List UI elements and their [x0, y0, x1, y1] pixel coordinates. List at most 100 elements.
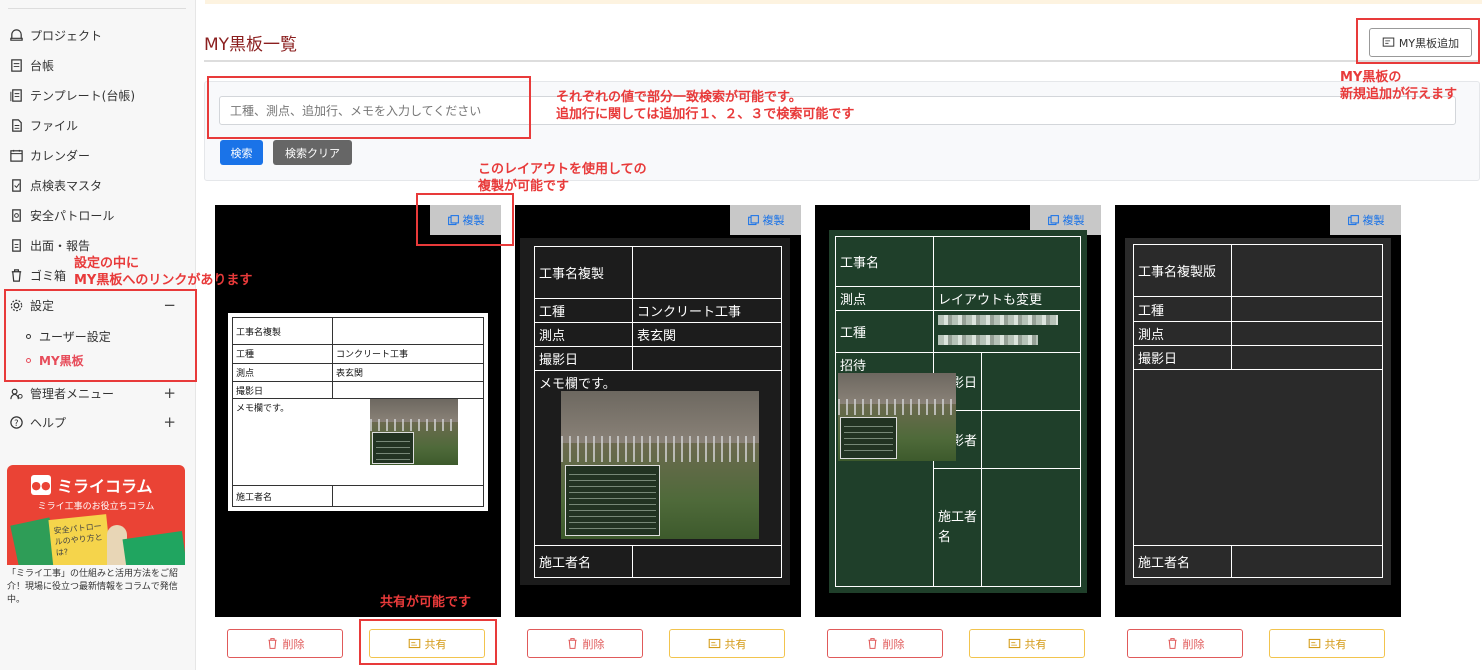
- annotation-search-note-1: それぞれの値で部分一致検索が可能です。: [556, 90, 802, 105]
- copy-button[interactable]: 複製: [730, 205, 801, 235]
- sidebar-item-report[interactable]: 出面・報告: [8, 234, 90, 256]
- copy-icon: [747, 214, 759, 225]
- field-value: [981, 468, 1081, 587]
- sidebar-item-label: 出面・報告: [30, 238, 91, 253]
- share-icon: [708, 638, 720, 649]
- sidebar-item-label: 安全パトロール: [30, 208, 115, 223]
- copy-label: 複製: [1362, 214, 1385, 227]
- share-label: 共有: [1324, 637, 1347, 651]
- search-button[interactable]: 検索: [220, 140, 263, 165]
- invite-cell: 招待: [835, 352, 956, 587]
- annotation-box-settings: [4, 289, 197, 382]
- banner-subtitle: ミライ工事のお役立ちコラム: [37, 502, 155, 512]
- memo-cell: [1133, 369, 1383, 546]
- field-value: [981, 410, 1081, 469]
- sidebar-item-checklist-master[interactable]: 点検表マスタ: [8, 174, 102, 196]
- blackboard-table: 工事名複製 工種 コンクリート工事 測点 表玄関 撮影日 メモ欄です。 施工者名: [232, 317, 484, 507]
- annotation-box-copy: [416, 193, 514, 246]
- report-icon: [8, 237, 24, 253]
- checklist-icon: [8, 177, 24, 193]
- blackboard-table: 工事名複製 工種 コンクリート工事 測点 表玄関 撮影日 メモ欄です。 施工者名: [534, 245, 782, 579]
- field-label: 測点: [534, 322, 633, 348]
- delete-label: 削除: [282, 637, 305, 651]
- blackboard-preview: 工事名複製版 工種 測点 撮影日 施工者名: [1125, 238, 1391, 585]
- trash-icon: [267, 638, 277, 649]
- sidebar-item-admin-menu[interactable]: 管理者メニュー +: [8, 382, 184, 404]
- expand-icon[interactable]: +: [163, 413, 176, 431]
- field-value: 表玄関: [332, 362, 484, 383]
- delete-button[interactable]: 削除: [227, 629, 343, 658]
- svg-text:?: ?: [14, 417, 18, 427]
- sidebar-item-label: 台帳: [30, 58, 55, 73]
- sidebar-item-label: 管理者メニュー: [30, 386, 115, 401]
- blackboard-card: 複製 工事名 測点 レイアウトも変更 工種 招待 撮影日 撮影者 施工者名: [815, 205, 1101, 617]
- sidebar-item-help[interactable]: ? ヘルプ +: [8, 411, 184, 433]
- memo-cell: メモ欄です。: [534, 370, 782, 546]
- blackboard-card: 複製 工事名複製 工種 コンクリート工事 測点 表玄関 撮影日 メモ欄です。 施工者…: [515, 205, 801, 617]
- field-value: コンクリート工事: [332, 344, 484, 364]
- field-label: 撮影日: [534, 346, 633, 372]
- share-button[interactable]: 共有: [669, 629, 785, 658]
- annotation-search-note-2: 追加行に関しては追加行１、２、３で検索可能です: [556, 107, 855, 122]
- sidebar-item-label: ヘルプ: [30, 415, 67, 430]
- site-photo: [370, 398, 458, 465]
- field-value: [632, 544, 782, 579]
- blackboard-table: 工事名複製版 工種 測点 撮影日 施工者名: [1133, 243, 1383, 579]
- ledger-icon: [8, 57, 24, 73]
- sidebar-item-label: ファイル: [30, 118, 79, 133]
- template-icon: [8, 87, 24, 103]
- field-label: 工種: [232, 344, 333, 364]
- field-label: 招待: [840, 359, 867, 374]
- sidebar-item-label: テンプレート(台帳): [30, 88, 136, 103]
- delete-label: 削除: [1182, 637, 1205, 651]
- blackboard-preview: 工事名 測点 レイアウトも変更 工種 招待 撮影日 撮影者 施工者名: [829, 230, 1087, 593]
- annotation-add-note-1: MY黒板の: [1340, 70, 1402, 85]
- sidebar-item-calendar[interactable]: カレンダー: [8, 144, 90, 166]
- field-value: [1231, 243, 1383, 298]
- field-value: レイアウトも変更: [933, 286, 1081, 311]
- expand-icon[interactable]: +: [163, 384, 176, 402]
- field-value: [1231, 320, 1383, 346]
- sidebar-item-label: プロジェクト: [30, 28, 103, 43]
- field-value: 表玄関: [632, 322, 782, 348]
- sidebar-item-file[interactable]: ファイル: [8, 114, 78, 136]
- banner-title: ミライコラム: [57, 477, 153, 496]
- clear-search-button[interactable]: 検索クリア: [273, 140, 352, 165]
- banner-card: 安全パトロールのやり方とは?: [48, 514, 112, 565]
- trash-icon: [867, 638, 877, 649]
- memo-label: メモ欄です。: [236, 403, 290, 414]
- field-label: 撮影日: [232, 381, 333, 399]
- delete-button[interactable]: 削除: [827, 629, 943, 658]
- memo-label: メモ欄です。: [539, 377, 616, 393]
- chat-icon: ●●: [31, 475, 51, 495]
- sidebar-item-project[interactable]: プロジェクト: [8, 24, 102, 46]
- blackboard-card: 複製 工事名複製 工種 コンクリート工事 測点 表玄関 撮影日 メモ欄です。 施工者…: [215, 205, 501, 617]
- copy-button[interactable]: 複製: [1330, 205, 1401, 235]
- delete-button[interactable]: 削除: [1127, 629, 1243, 658]
- redacted-text: [938, 335, 1038, 345]
- sidebar-item-trash[interactable]: ゴミ箱: [8, 264, 66, 286]
- copy-label: 複製: [1062, 214, 1085, 227]
- trash-icon: [8, 267, 24, 283]
- sidebar-item-template[interactable]: テンプレート(台帳): [8, 84, 135, 106]
- field-label: 施工者名: [1133, 544, 1232, 579]
- memo-cell: メモ欄です。: [232, 397, 484, 487]
- delete-button[interactable]: 削除: [527, 629, 643, 658]
- field-label: 施工者名: [232, 485, 333, 507]
- column-banner[interactable]: ●● ミライコラム ミライ工事のお役立ちコラム 安全パトロールのやり方とは?: [7, 465, 185, 565]
- title-divider: [204, 60, 1480, 62]
- field-label: 測点: [835, 286, 934, 311]
- share-label: 共有: [724, 637, 747, 651]
- blackboard-preview: 工事名複製 工種 コンクリート工事 測点 表玄関 撮影日 メモ欄です。 施工者名: [520, 238, 790, 585]
- trash-icon: [567, 638, 577, 649]
- field-label: 工事名: [835, 236, 934, 287]
- field-value-redacted: [933, 310, 1081, 353]
- share-button[interactable]: 共有: [1269, 629, 1385, 658]
- sidebar-item-safety-patrol[interactable]: 安全パトロール: [8, 204, 114, 226]
- sidebar-item-label: ゴミ箱: [30, 268, 67, 283]
- annotation-box-search: [207, 76, 531, 139]
- share-button[interactable]: 共有: [969, 629, 1085, 658]
- field-label: 撮影日: [1133, 344, 1232, 371]
- sidebar-item-ledger[interactable]: 台帳: [8, 54, 54, 76]
- copy-label: 複製: [762, 214, 785, 227]
